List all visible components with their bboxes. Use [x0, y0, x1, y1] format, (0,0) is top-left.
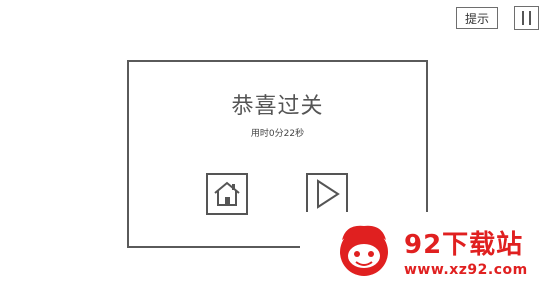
watermark-logo-icon: [340, 225, 388, 276]
watermark-url: www.xz92.com: [404, 262, 528, 278]
pause-icon: [521, 11, 531, 25]
site-watermark: 92下载站 www.xz92.com: [300, 212, 556, 296]
hint-button[interactable]: 提示: [456, 7, 498, 29]
pause-button[interactable]: [514, 6, 539, 30]
dialog-title: 恭喜过关: [231, 94, 324, 119]
watermark-brand: 92下载站: [404, 230, 524, 260]
hint-label: 提示: [464, 11, 489, 26]
elapsed-time: 用时0分22秒: [250, 129, 305, 139]
next-level-button[interactable]: [306, 173, 348, 215]
home-icon: [214, 181, 240, 206]
play-icon: [317, 179, 340, 209]
home-button[interactable]: [206, 173, 248, 215]
